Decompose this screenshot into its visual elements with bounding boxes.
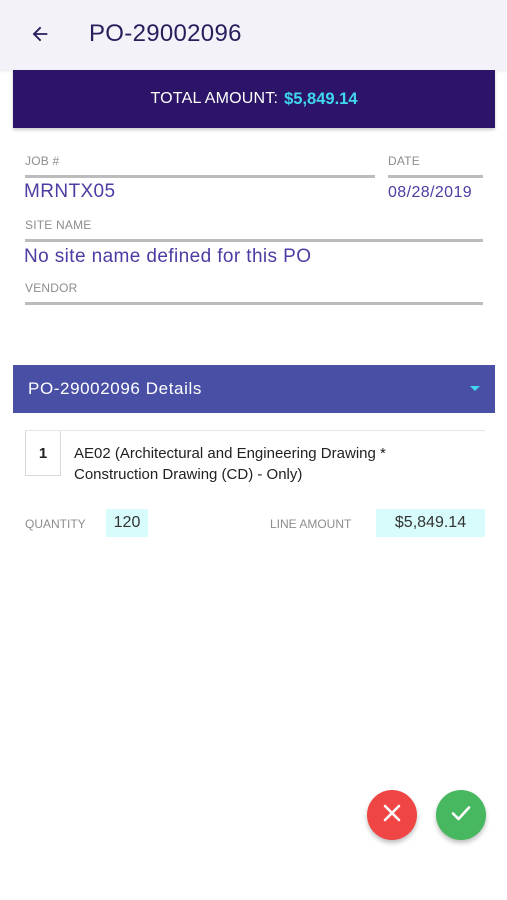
- total-amount-label: TOTAL AMOUNT:: [150, 90, 279, 107]
- page-title: PO-29002096: [89, 20, 242, 47]
- line-amount-label: LINE AMOUNT: [270, 517, 352, 531]
- details-section-title: PO-29002096 Details: [28, 379, 202, 398]
- line-amount-value: $5,849.14: [376, 509, 485, 537]
- total-amount-value: $5,849.14: [284, 89, 358, 108]
- site-name-divider: [25, 239, 483, 242]
- vendor-label: VENDOR: [25, 281, 78, 295]
- job-label: JOB #: [25, 154, 60, 168]
- vendor-divider: [25, 302, 483, 305]
- check-icon: [450, 802, 472, 829]
- site-name-value[interactable]: No site name defined for this PO: [24, 246, 311, 268]
- job-value[interactable]: MRNTX05: [24, 181, 115, 203]
- job-divider: [25, 175, 375, 178]
- po-detail-screen: PO-29002096 TOTAL AMOUNT: $5,849.14 JOB …: [0, 0, 507, 900]
- details-section-header[interactable]: PO-29002096 Details: [13, 365, 495, 413]
- quantity-value: 120: [106, 509, 148, 537]
- site-name-label: SITE NAME: [25, 218, 92, 232]
- line-item-number: 1: [25, 431, 61, 476]
- line-item: 1 AE02 (Architectural and Engineering Dr…: [25, 430, 485, 483]
- arrow-left-icon: [29, 23, 51, 50]
- date-label: DATE: [388, 154, 420, 168]
- date-divider: [388, 175, 483, 178]
- close-icon: [382, 803, 402, 828]
- app-bar: PO-29002096: [0, 0, 507, 70]
- caret-down-icon[interactable]: [470, 386, 480, 391]
- reject-button[interactable]: [367, 790, 417, 840]
- approve-button[interactable]: [436, 790, 486, 840]
- line-item-description: AE02 (Architectural and Engineering Draw…: [74, 445, 386, 483]
- total-amount-banner: TOTAL AMOUNT: $5,849.14: [13, 70, 495, 128]
- quantity-label: QUANTITY: [25, 517, 86, 531]
- back-button[interactable]: [24, 20, 56, 52]
- date-value[interactable]: 08/28/2019: [388, 184, 472, 202]
